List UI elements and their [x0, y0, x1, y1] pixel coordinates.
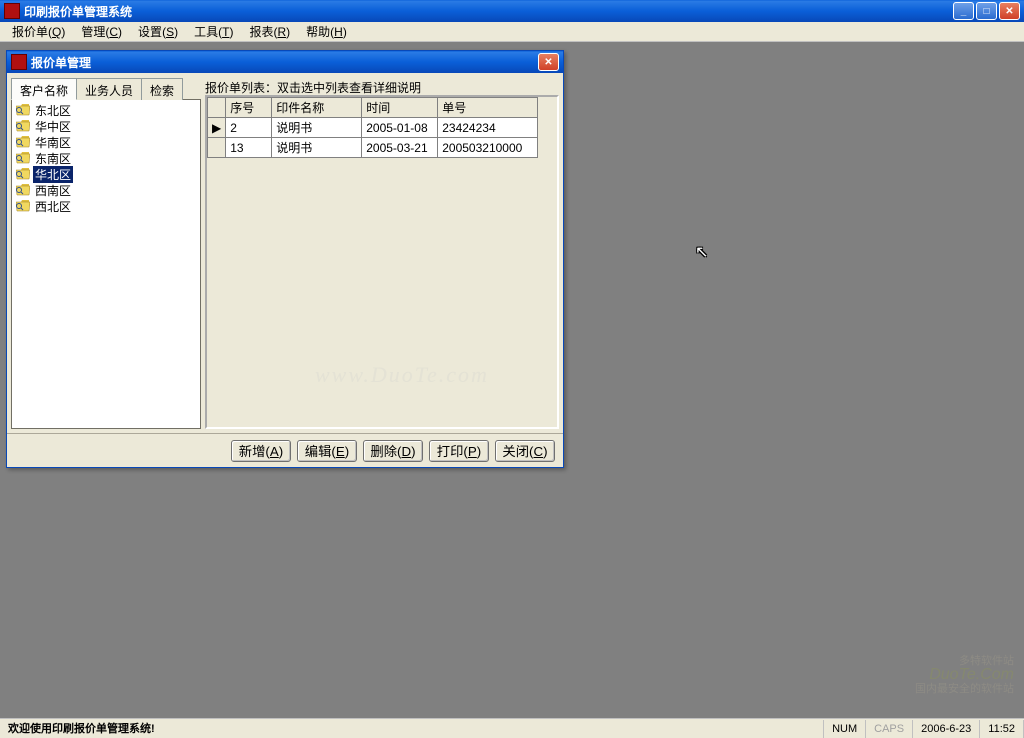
- region-label: 华中区: [33, 118, 73, 135]
- main-titlebar: 印刷报价单管理系统 _ □ ✕: [0, 0, 1024, 22]
- brand-tagline: 国内最安全的软件站: [915, 682, 1014, 696]
- grid-col-indicator[interactable]: [208, 98, 226, 118]
- grid-col-item-name[interactable]: 印件名称: [272, 98, 362, 118]
- cell-serial: 2: [226, 118, 272, 138]
- status-num: NUM: [824, 720, 866, 738]
- tab-customer-name[interactable]: 客户名称: [11, 78, 77, 100]
- menu-reports[interactable]: 报表(R): [241, 21, 298, 42]
- list-caption: 报价单列表：双击选中列表查看详细说明: [205, 77, 559, 95]
- grid-col-time[interactable]: 时间: [362, 98, 438, 118]
- folder-search-icon: [16, 136, 30, 148]
- cell-item_name: 说明书: [272, 138, 362, 158]
- dialog-close-button[interactable]: ✕: [538, 53, 559, 71]
- tab-search[interactable]: 检索: [141, 78, 183, 100]
- region-item[interactable]: 西北区: [14, 198, 198, 214]
- brand-cn: 多特软件站: [915, 654, 1014, 668]
- cell-code: 23424234: [438, 118, 538, 138]
- region-item[interactable]: 东南区: [14, 150, 198, 166]
- folder-search-icon: [16, 168, 30, 180]
- folder-search-icon: [16, 120, 30, 132]
- region-label: 华北区: [33, 166, 73, 183]
- dialog-body: 客户名称 业务人员 检索 东北区华中区华南区东南区华北区西南区西北区 报价单列表…: [7, 73, 563, 433]
- dialog-icon: [11, 54, 27, 70]
- menu-settings[interactable]: 设置(S): [130, 21, 186, 42]
- region-item[interactable]: 华中区: [14, 118, 198, 134]
- minimize-button[interactable]: _: [953, 2, 974, 20]
- quotation-grid[interactable]: 序号 印件名称 时间 单号 ▶2说明书2005-01-0823424234 13…: [205, 95, 559, 429]
- region-item[interactable]: 华南区: [14, 134, 198, 150]
- folder-search-icon: [16, 184, 30, 196]
- status-time: 11:52: [980, 720, 1024, 738]
- folder-search-icon: [16, 152, 30, 164]
- cell-code: 200503210000: [438, 138, 538, 158]
- print-button[interactable]: 打印(P): [429, 440, 489, 462]
- region-tree[interactable]: 东北区华中区华南区东南区华北区西南区西北区: [11, 99, 201, 429]
- app-title: 印刷报价单管理系统: [24, 3, 953, 20]
- quotation-manage-dialog: 报价单管理 ✕ 客户名称 业务人员 检索 东北区华中区华南区东南区华北区西南区西…: [6, 50, 564, 468]
- add-button[interactable]: 新增(A): [231, 440, 291, 462]
- menubar: 报价单(Q) 管理(C) 设置(S) 工具(T) 报表(R) 帮助(H): [0, 22, 1024, 42]
- menu-help[interactable]: 帮助(H): [298, 21, 355, 42]
- brand-en: DuoTe.Com: [915, 668, 1014, 682]
- menu-tools[interactable]: 工具(T): [186, 21, 241, 42]
- cursor-icon: ↖: [695, 242, 708, 262]
- edit-button[interactable]: 编辑(E): [297, 440, 357, 462]
- menu-quotation[interactable]: 报价单(Q): [4, 21, 73, 42]
- region-label: 西南区: [33, 182, 73, 199]
- folder-search-icon: [16, 104, 30, 116]
- brand-footer: 多特软件站 DuoTe.Com 国内最安全的软件站: [915, 654, 1014, 696]
- close-dialog-button[interactable]: 关闭(C): [495, 440, 555, 462]
- grid-col-code[interactable]: 单号: [438, 98, 538, 118]
- menu-manage[interactable]: 管理(C): [73, 21, 130, 42]
- delete-button[interactable]: 删除(D): [363, 440, 423, 462]
- tab-staff[interactable]: 业务人员: [76, 78, 142, 100]
- app-icon: [4, 3, 20, 19]
- region-label: 华南区: [33, 134, 73, 151]
- region-label: 西北区: [33, 198, 73, 215]
- region-item[interactable]: 华北区: [14, 166, 198, 182]
- cell-serial: 13: [226, 138, 272, 158]
- dialog-titlebar[interactable]: 报价单管理 ✕: [7, 51, 563, 73]
- cell-item_name: 说明书: [272, 118, 362, 138]
- grid-col-serial[interactable]: 序号: [226, 98, 272, 118]
- table-row[interactable]: 13说明书2005-03-21200503210000: [208, 138, 538, 158]
- row-indicator: [208, 138, 226, 158]
- row-indicator: ▶: [208, 118, 226, 138]
- mdi-client-area: 报价单管理 ✕ 客户名称 业务人员 检索 东北区华中区华南区东南区华北区西南区西…: [0, 42, 1024, 718]
- cell-time: 2005-03-21: [362, 138, 438, 158]
- statusbar: 欢迎使用印刷报价单管理系统! NUM CAPS 2006-6-23 11:52: [0, 718, 1024, 738]
- region-label: 东北区: [33, 102, 73, 119]
- tab-strip: 客户名称 业务人员 检索: [11, 77, 201, 99]
- status-caps: CAPS: [866, 720, 913, 738]
- status-welcome: 欢迎使用印刷报价单管理系统!: [0, 720, 824, 738]
- right-panel: 报价单列表：双击选中列表查看详细说明 序号 印件名称 时间 单号: [205, 77, 559, 429]
- maximize-button[interactable]: □: [976, 2, 997, 20]
- window-buttons: _ □ ✕: [953, 2, 1020, 20]
- dialog-button-bar: 新增(A) 编辑(E) 删除(D) 打印(P) 关闭(C): [7, 433, 563, 467]
- region-item[interactable]: 西南区: [14, 182, 198, 198]
- folder-search-icon: [16, 200, 30, 212]
- region-label: 东南区: [33, 150, 73, 167]
- close-button[interactable]: ✕: [999, 2, 1020, 20]
- table-row[interactable]: ▶2说明书2005-01-0823424234: [208, 118, 538, 138]
- status-date: 2006-6-23: [913, 720, 980, 738]
- dialog-title: 报价单管理: [31, 54, 538, 71]
- region-item[interactable]: 东北区: [14, 102, 198, 118]
- left-tab-control: 客户名称 业务人员 检索 东北区华中区华南区东南区华北区西南区西北区: [11, 77, 201, 429]
- cell-time: 2005-01-08: [362, 118, 438, 138]
